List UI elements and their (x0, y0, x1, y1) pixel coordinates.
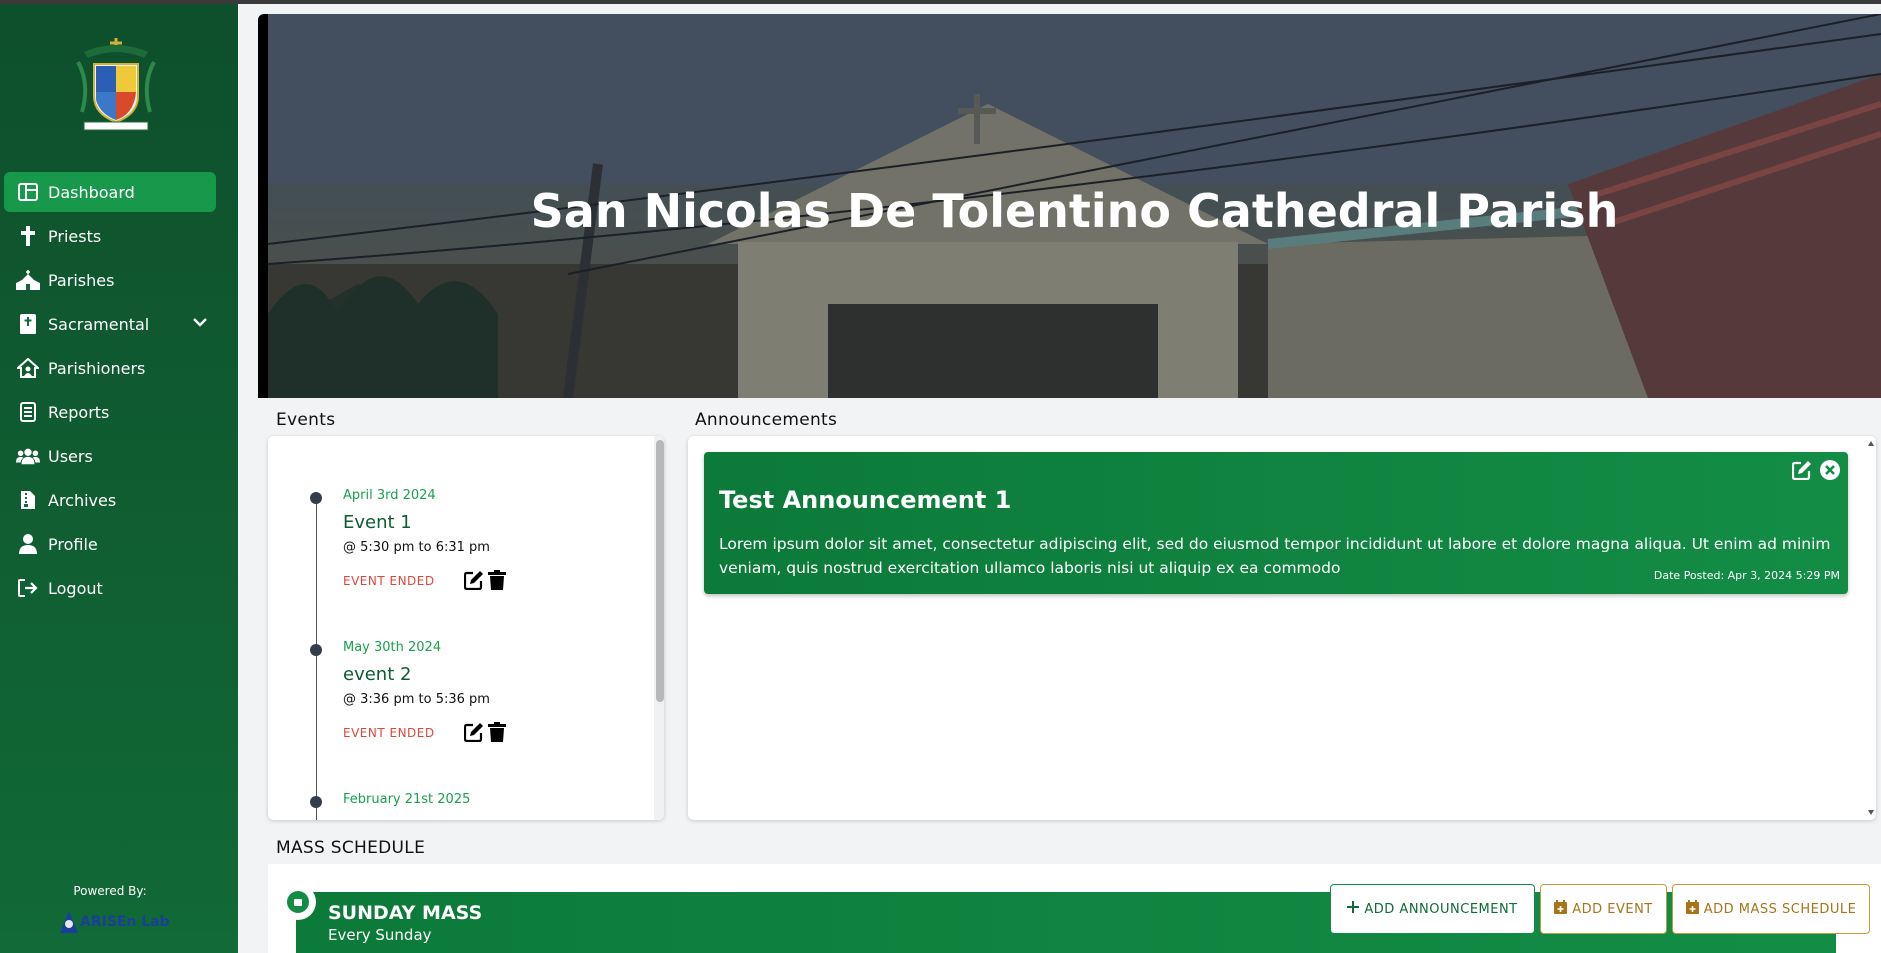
bible-icon (16, 312, 40, 336)
report-icon (16, 400, 40, 424)
arisen-logo-icon (60, 911, 78, 933)
event-name: event 2 (343, 664, 412, 685)
calendar-plus-icon (1554, 900, 1568, 918)
archive-icon (16, 488, 40, 512)
house-icon (16, 356, 40, 380)
sidebar-item-users[interactable]: Users (4, 436, 216, 476)
sidebar-item-label: Reports (48, 402, 110, 422)
sidebar-item-label: Users (48, 446, 93, 466)
sidebar-item-label: Priests (48, 226, 102, 246)
event-status: EVENT ENDED (343, 574, 435, 588)
sidebar-item-label: Parishioners (48, 358, 146, 378)
sidebar-nav: Dashboard Priests Parishes Sacramental P… (4, 172, 216, 612)
announcement-title: Test Announcement 1 (719, 486, 1012, 514)
events-card: April 3rd 2024 Event 1 @ 5:30 pm to 6:31… (268, 436, 664, 820)
add-mass-schedule-label: ADD MASS SCHEDULE (1703, 901, 1857, 917)
calendar-icon (287, 891, 309, 913)
arisen-lab-name: ARISEn Lab (80, 914, 170, 930)
mass-subtitle: Every Sunday (328, 926, 432, 944)
event-date: May 30th 2024 (343, 640, 442, 655)
timeline-dot (310, 796, 322, 808)
event-time: @ 5:30 pm to 6:31 pm (343, 540, 490, 555)
sidebar-item-label: Logout (48, 578, 103, 598)
mass-schedule-heading: MASS SCHEDULE (276, 838, 426, 858)
announcement-actions (1791, 460, 1840, 484)
sidebar-item-logout[interactable]: Logout (4, 568, 216, 608)
sidebar: Dashboard Priests Parishes Sacramental P… (0, 4, 238, 953)
announcements-heading: Announcements (695, 410, 838, 430)
sidebar-item-reports[interactable]: Reports (4, 392, 216, 432)
event-actions (463, 722, 506, 746)
announcements-scrollbar[interactable] (1866, 436, 1876, 820)
close-icon[interactable] (1820, 460, 1840, 484)
timeline-line (316, 492, 317, 820)
announcement-item: Test Announcement 1 Lorem ipsum dolor si… (704, 452, 1848, 594)
event-date: April 3rd 2024 (343, 488, 436, 503)
sidebar-item-label: Sacramental (48, 314, 150, 334)
logout-icon (16, 576, 40, 600)
arisen-lab-logo: ARISEn Lab (58, 909, 170, 935)
announcements-card: Test Announcement 1 Lorem ipsum dolor si… (688, 436, 1876, 820)
dashboard-icon (16, 180, 40, 204)
user-icon (16, 532, 40, 556)
announcement-date: Date Posted: Apr 3, 2024 5:29 PM (1653, 569, 1840, 582)
parish-title: San Nicolas De Tolentino Cathedral Paris… (530, 184, 1619, 238)
event-actions (463, 570, 506, 594)
timeline-dot (310, 644, 322, 656)
sidebar-item-parishioners[interactable]: Parishioners (4, 348, 216, 388)
powered-by-label: Powered By: (73, 884, 147, 898)
edit-icon[interactable] (463, 570, 484, 594)
cross-icon (16, 224, 40, 248)
trash-icon[interactable] (488, 722, 506, 746)
church-icon (16, 268, 40, 292)
users-icon (16, 444, 40, 468)
sidebar-item-parishes[interactable]: Parishes (4, 260, 216, 300)
sidebar-item-priests[interactable]: Priests (4, 216, 216, 256)
top-bar (0, 0, 1881, 4)
add-event-button[interactable]: ADD EVENT (1540, 884, 1667, 934)
event-status: EVENT ENDED (343, 726, 435, 740)
event-date: February 21st 2025 (343, 792, 471, 807)
parish-banner: San Nicolas De Tolentino Cathedral Paris… (258, 14, 1881, 398)
events-scrollbar-thumb[interactable] (656, 440, 664, 702)
sidebar-item-archives[interactable]: Archives (4, 480, 216, 520)
sidebar-item-dashboard[interactable]: Dashboard (4, 172, 216, 212)
event-time: @ 3:36 pm to 5:36 pm (343, 692, 490, 707)
sidebar-item-profile[interactable]: Profile (4, 524, 216, 564)
mass-title: SUNDAY MASS (328, 902, 483, 924)
edit-icon[interactable] (463, 722, 484, 746)
edit-icon[interactable] (1791, 460, 1812, 484)
diocese-crest-logo (70, 34, 162, 134)
events-heading: Events (276, 410, 336, 430)
trash-icon[interactable] (488, 570, 506, 594)
add-announcement-button[interactable]: ADD ANNOUNCEMENT (1330, 884, 1535, 934)
plus-icon (1347, 901, 1360, 917)
sidebar-item-label: Dashboard (48, 182, 135, 202)
sidebar-item-label: Profile (48, 534, 98, 554)
add-mass-schedule-button[interactable]: ADD MASS SCHEDULE (1672, 884, 1870, 934)
calendar-plus-icon (1685, 900, 1699, 918)
event-name: Event 1 (343, 512, 412, 533)
mass-timeline-dot (280, 884, 316, 920)
sidebar-item-label: Archives (48, 490, 117, 510)
chevron-down-icon[interactable] (192, 314, 208, 334)
add-event-label: ADD EVENT (1572, 901, 1653, 917)
sidebar-item-sacramental[interactable]: Sacramental (4, 304, 216, 344)
timeline-dot (310, 492, 322, 504)
sidebar-item-label: Parishes (48, 270, 115, 290)
add-announcement-label: ADD ANNOUNCEMENT (1364, 901, 1518, 917)
